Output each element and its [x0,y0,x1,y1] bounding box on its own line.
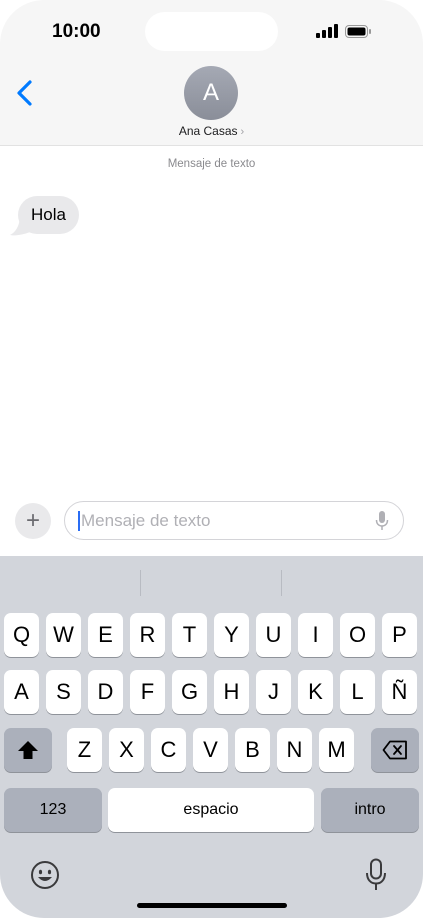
key-enye[interactable]: Ñ [382,670,417,714]
key-n[interactable]: N [277,728,312,772]
key-u[interactable]: U [256,613,291,657]
conversation-header: 10:00 A Ana Casas › [0,0,423,146]
key-q[interactable]: Q [4,613,39,657]
key-l[interactable]: L [340,670,375,714]
key-x[interactable]: X [109,728,144,772]
contact-avatar[interactable]: A [184,66,238,120]
incoming-message-bubble[interactable]: Hola [18,196,79,234]
numbers-key[interactable]: 123 [4,788,102,832]
contact-name: Ana Casas [178,124,238,138]
return-key[interactable]: intro [321,788,419,832]
key-s[interactable]: S [46,670,81,714]
key-c[interactable]: C [151,728,186,772]
message-text: Hola [31,205,66,224]
delete-key[interactable] [371,728,419,772]
emoji-icon[interactable] [30,860,60,890]
shift-icon [18,741,38,759]
key-p[interactable]: P [382,613,417,657]
key-v[interactable]: V [193,728,228,772]
key-i[interactable]: I [298,613,333,657]
key-m[interactable]: M [319,728,354,772]
avatar-initial: A [202,79,219,106]
key-h[interactable]: H [214,670,249,714]
shift-key[interactable] [4,728,52,772]
plus-icon: + [25,507,40,534]
status-time: 10:00 [52,21,101,42]
chevron-right-icon: › [240,126,245,138]
key-j[interactable]: J [256,670,291,714]
dictation-icon[interactable] [365,858,387,892]
service-label: Mensaje de texto [167,158,256,170]
delete-icon [382,740,407,760]
key-b[interactable]: B [235,728,270,772]
space-key[interactable]: espacio [108,788,314,832]
text-cursor [78,511,80,531]
dynamic-island [145,12,278,51]
back-chevron-icon[interactable] [14,78,38,108]
keyboard: Q W E R T Y U I O P A S D F G H J K L Ñ … [0,556,423,918]
phone-screen: 10:00 A Ana Casas › Mensaje de texto Hola [0,0,423,918]
key-k[interactable]: K [298,670,333,714]
message-input-placeholder: Mensaje de texto [81,511,211,530]
mic-icon[interactable] [375,511,389,531]
prediction-divider [281,570,282,596]
key-d[interactable]: D [88,670,123,714]
prediction-divider [140,570,141,596]
key-w[interactable]: W [46,613,81,657]
contact-name-button[interactable]: Ana Casas › [0,124,423,138]
key-a[interactable]: A [4,670,39,714]
key-o[interactable]: O [340,613,375,657]
key-g[interactable]: G [172,670,207,714]
key-z[interactable]: Z [67,728,102,772]
key-t[interactable]: T [172,613,207,657]
key-r[interactable]: R [130,613,165,657]
key-y[interactable]: Y [214,613,249,657]
key-e[interactable]: E [88,613,123,657]
home-indicator[interactable] [137,903,287,908]
message-input[interactable]: Mensaje de texto [64,501,404,540]
battery-icon [345,25,371,38]
apps-plus-button[interactable]: + [15,503,51,539]
key-f[interactable]: F [130,670,165,714]
signal-icon [316,24,338,38]
